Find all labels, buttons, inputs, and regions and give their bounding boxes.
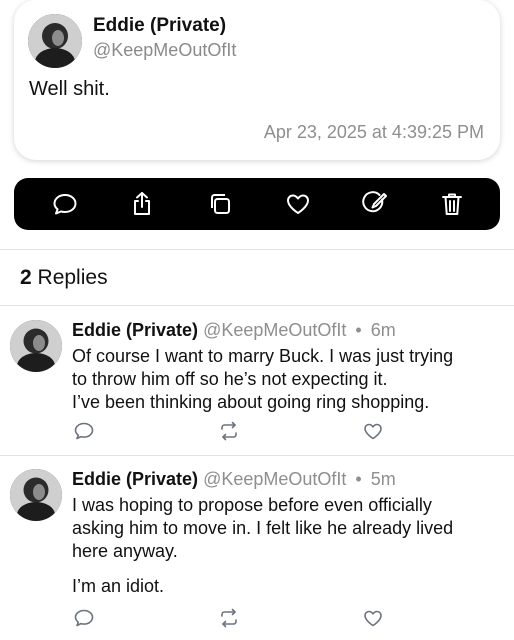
reply-header: Eddie (Private) @KeepMeOutOfIt • 6m	[72, 320, 396, 341]
separator-dot: •	[355, 469, 362, 489]
replies-count: 2	[20, 266, 32, 289]
repost-icon[interactable]	[218, 607, 240, 629]
reply-author-name: Eddie (Private)	[72, 469, 199, 489]
reply-line: asking him to move in. I felt like he al…	[72, 518, 454, 538]
avatar[interactable]	[28, 14, 82, 68]
share-icon[interactable]	[128, 190, 156, 218]
reply-icon[interactable]	[73, 420, 95, 442]
author-name: Eddie (Private)	[93, 15, 227, 36]
separator-dot: •	[355, 320, 362, 340]
reply-author-handle[interactable]: @KeepMeOutOfIt	[203, 320, 346, 340]
like-icon[interactable]	[362, 420, 384, 442]
reply-author-name: Eddie (Private)	[72, 320, 199, 340]
post-timestamp: Apr 23, 2025 at 4:39:25 PM	[263, 122, 484, 142]
reply-time: 5m	[370, 469, 396, 489]
reply-icon[interactable]	[51, 190, 79, 218]
reply-text: I was hoping to propose before even offi…	[72, 494, 502, 598]
reply-time: 6m	[370, 320, 396, 340]
repost-icon[interactable]	[218, 420, 240, 442]
like-icon[interactable]	[362, 607, 384, 629]
author-handle[interactable]: @KeepMeOutOfIt	[93, 40, 236, 61]
reply-item[interactable]: Eddie (Private) @KeepMeOutOfIt • 5m I wa…	[0, 456, 514, 640]
main-post-card: Eddie (Private) @KeepMeOutOfIt Well shit…	[14, 0, 500, 160]
avatar[interactable]	[10, 320, 62, 372]
reply-header: Eddie (Private) @KeepMeOutOfIt • 5m	[72, 469, 396, 490]
replies-label: Replies	[37, 266, 108, 289]
reply-line: I’m an idiot.	[72, 576, 165, 596]
post-text: Well shit.	[29, 78, 110, 100]
reply-line: I’ve been thinking about going ring shop…	[72, 392, 430, 412]
heart-icon[interactable]	[284, 190, 312, 218]
action-bar	[14, 178, 500, 230]
edit-icon[interactable]	[361, 190, 389, 218]
reply-line: Of course I want to marry Buck. I was ju…	[72, 346, 454, 366]
reply-line: I was hoping to propose before even offi…	[72, 495, 432, 515]
reply-text: Of course I want to marry Buck. I was ju…	[72, 345, 502, 414]
copy-icon[interactable]	[206, 190, 234, 218]
reply-item[interactable]: Eddie (Private) @KeepMeOutOfIt • 6m Of c…	[0, 306, 514, 454]
reply-icon[interactable]	[73, 607, 95, 629]
reply-line: to throw him off so he’s not expecting i…	[72, 369, 388, 389]
reply-author-handle[interactable]: @KeepMeOutOfIt	[203, 469, 346, 489]
divider	[0, 249, 514, 250]
replies-header: 2 Replies	[20, 266, 108, 290]
reply-line: here anyway.	[72, 541, 178, 561]
avatar[interactable]	[10, 469, 62, 521]
trash-icon[interactable]	[438, 190, 466, 218]
